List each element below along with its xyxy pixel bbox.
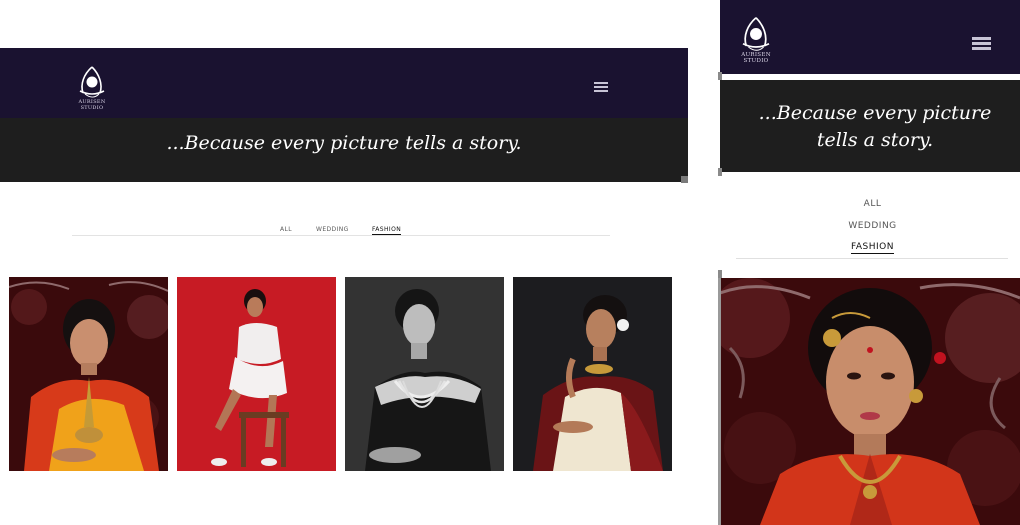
filter-fashion[interactable]: FASHION [720,242,1020,254]
photo-icon [345,277,504,471]
gallery-photo-4[interactable] [513,277,672,471]
tagline: ...Because every picture tells a story. [166,132,522,154]
tagline: ...Because every picture tells a story. [758,102,992,151]
gallery-photo-1[interactable] [9,277,168,471]
divider [718,72,722,80]
desktop-filter-bar: ALL WEDDING FASHION [72,224,610,236]
photo-icon [720,278,1020,525]
logo-caption: AURISEN STUDIO [78,99,106,111]
logo-caption: AURISEN STUDIO [741,52,771,64]
mobile-featured-photo[interactable] [720,278,1020,525]
filter-wedding[interactable]: WEDDING [720,221,1020,231]
photo-icon [513,277,672,471]
filter-fashion-label: FASHION [851,242,894,254]
photo-icon [177,277,336,471]
scrollbar[interactable] [718,278,721,525]
filter-divider [736,258,1008,259]
aurisen-logo-icon [742,17,770,51]
aurisen-logo-icon [79,66,105,98]
divider [718,168,722,176]
gallery-photo-3[interactable] [345,277,504,471]
desktop-logo[interactable]: AURISEN STUDIO [68,64,116,111]
filter-fashion[interactable]: FASHION [372,226,402,235]
divider [718,270,722,278]
filter-all[interactable]: ALL [280,226,292,233]
hamburger-menu-icon[interactable] [972,37,991,51]
mobile-logo[interactable]: AURISEN STUDIO [730,14,782,64]
filter-wedding[interactable]: WEDDING [316,226,349,233]
photo-icon [9,277,168,471]
gallery-photo-2[interactable] [177,277,336,471]
filter-all[interactable]: ALL [720,199,1020,209]
scroll-handle[interactable] [681,176,688,183]
hamburger-menu-icon[interactable] [594,82,608,94]
